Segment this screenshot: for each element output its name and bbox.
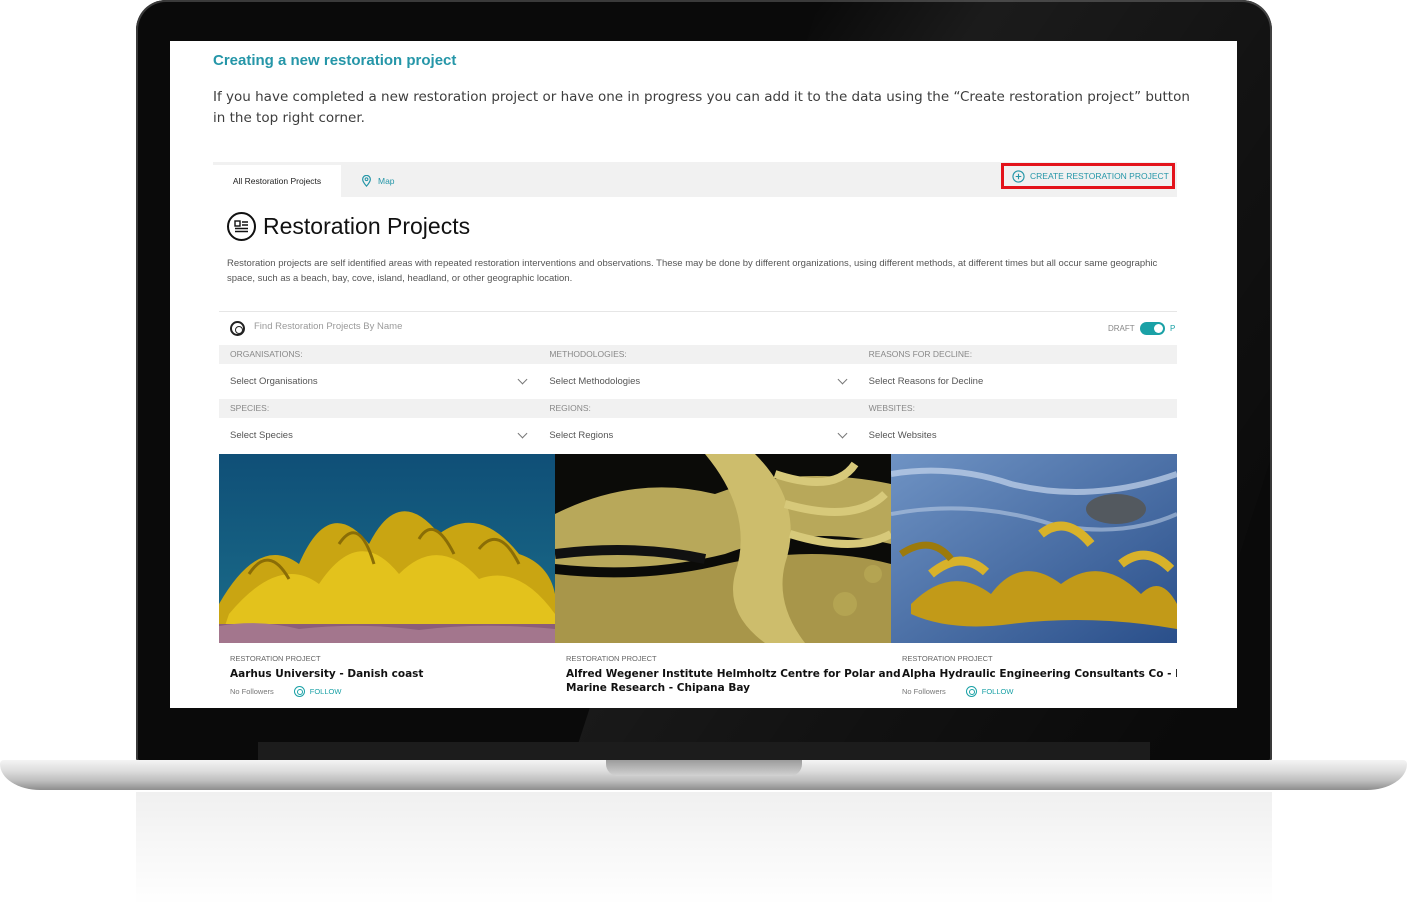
card-title-line-2: Marine Research - Chipana Bay bbox=[566, 682, 750, 694]
project-card[interactable]: RESTORATION PROJECT Aarhus University - … bbox=[219, 454, 555, 708]
followers-count: No Followers bbox=[230, 687, 274, 696]
restoration-app-screenshot: All Restoration Projects Map CREATE REST… bbox=[213, 162, 1177, 708]
laptop-screen: Creating a new restoration project If yo… bbox=[170, 41, 1237, 708]
draft-label: DRAFT bbox=[1108, 324, 1135, 333]
chevron-down-icon bbox=[837, 374, 848, 385]
card-image-kelp-blade bbox=[555, 454, 891, 643]
search-input[interactable] bbox=[254, 321, 754, 332]
filter-label-methodologies: METHODOLOGIES: bbox=[549, 349, 627, 359]
document-list-icon bbox=[227, 212, 256, 241]
select-placeholder: Select Species bbox=[230, 430, 293, 441]
select-placeholder: Select Regions bbox=[549, 430, 614, 441]
card-title-line-1: Alfred Wegener Institute Helmholtz Centr… bbox=[566, 668, 901, 680]
organisations-select[interactable]: Select Organisations bbox=[219, 364, 538, 399]
chevron-down-icon bbox=[517, 428, 528, 439]
project-card-list: RESTORATION PROJECT Aarhus University - … bbox=[219, 454, 1177, 708]
filter-label-species: SPECIES: bbox=[230, 403, 270, 413]
tab-all-restoration-projects[interactable]: All Restoration Projects bbox=[213, 165, 341, 197]
search-icon bbox=[230, 321, 245, 336]
regions-select[interactable]: Select Regions bbox=[538, 418, 857, 453]
reasons-for-decline-select[interactable]: Select Reasons for Decline bbox=[858, 364, 1177, 399]
select-placeholder: Select Methodologies bbox=[549, 376, 641, 387]
tab-label: Map bbox=[378, 176, 395, 186]
page-title: Restoration Projects bbox=[227, 212, 470, 241]
follow-button[interactable]: FOLLOW bbox=[965, 686, 1014, 697]
card-type: RESTORATION PROJECT bbox=[902, 654, 993, 663]
card-image-kelp-underwater bbox=[219, 454, 555, 643]
card-title: Aarhus University - Danish coast bbox=[230, 668, 424, 680]
filter-label-regions: REGIONS: bbox=[549, 403, 591, 413]
card-type: RESTORATION PROJECT bbox=[230, 654, 321, 663]
select-placeholder: Select Websites bbox=[868, 430, 937, 441]
plus-circle-icon bbox=[1012, 169, 1025, 183]
project-card[interactable]: RESTORATION PROJECT Alfred Wegener Insti… bbox=[555, 454, 901, 708]
draft-publish-toggle[interactable] bbox=[1140, 322, 1165, 335]
filter-select-row: Select Species Select Regions Select Web… bbox=[219, 418, 1177, 453]
follow-icon bbox=[965, 686, 977, 697]
filter-label-row: SPECIES: REGIONS: WEBSITES: bbox=[219, 399, 1177, 418]
doc-paragraph: If you have completed a new restoration … bbox=[213, 89, 1190, 126]
filter-label-row: ORGANISATIONS: METHODOLOGIES: REASONS FO… bbox=[219, 345, 1177, 364]
follow-icon bbox=[293, 686, 305, 697]
create-restoration-project-button[interactable]: CREATE RESTORATION PROJECT bbox=[1001, 163, 1175, 189]
websites-select[interactable]: Select Websites bbox=[858, 418, 1177, 453]
project-card[interactable]: RESTORATION PROJECT Alpha Hydraulic Engi… bbox=[891, 454, 1177, 708]
create-button-label: CREATE RESTORATION PROJECT bbox=[1030, 171, 1169, 181]
tab-label: All Restoration Projects bbox=[232, 176, 322, 186]
filter-select-row: Select Organisations Select Methodologie… bbox=[219, 364, 1177, 399]
card-image-kelp-shallow-water bbox=[891, 454, 1177, 643]
tab-bar: All Restoration Projects Map CREATE REST… bbox=[213, 162, 1177, 197]
select-placeholder: Select Reasons for Decline bbox=[868, 376, 984, 387]
follow-button[interactable]: FOLLOW bbox=[293, 686, 342, 697]
species-select[interactable]: Select Species bbox=[219, 418, 538, 453]
laptop-reflection bbox=[136, 792, 1272, 906]
laptop-hinge bbox=[258, 742, 1150, 762]
chevron-down-icon bbox=[837, 428, 848, 439]
doc-heading: Creating a new restoration project bbox=[213, 52, 457, 69]
filter-label-websites: WEBSITES: bbox=[868, 403, 915, 413]
card-title: Alpha Hydraulic Engineering Consultants … bbox=[902, 668, 1177, 680]
follow-label: FOLLOW bbox=[981, 687, 1014, 696]
map-pin-icon bbox=[362, 175, 371, 187]
tab-map[interactable]: Map bbox=[361, 165, 395, 197]
filter-label-organisations: ORGANISATIONS: bbox=[230, 349, 303, 359]
search-row: DRAFT P bbox=[219, 311, 1177, 345]
followers-count: No Followers bbox=[902, 687, 946, 696]
filter-grid: ORGANISATIONS: METHODOLOGIES: REASONS FO… bbox=[219, 345, 1177, 453]
toggle-state-label: P bbox=[1170, 324, 1176, 333]
card-type: RESTORATION PROJECT bbox=[566, 654, 657, 663]
methodologies-select[interactable]: Select Methodologies bbox=[538, 364, 857, 399]
page-title-text: Restoration Projects bbox=[263, 213, 471, 239]
chevron-down-icon bbox=[517, 374, 528, 385]
select-placeholder: Select Organisations bbox=[230, 376, 318, 387]
filter-label-reasons: REASONS FOR DECLINE: bbox=[868, 349, 973, 359]
page-description: Restoration projects are self identified… bbox=[227, 258, 1158, 284]
laptop-notch bbox=[606, 760, 802, 776]
follow-label: FOLLOW bbox=[309, 687, 342, 696]
